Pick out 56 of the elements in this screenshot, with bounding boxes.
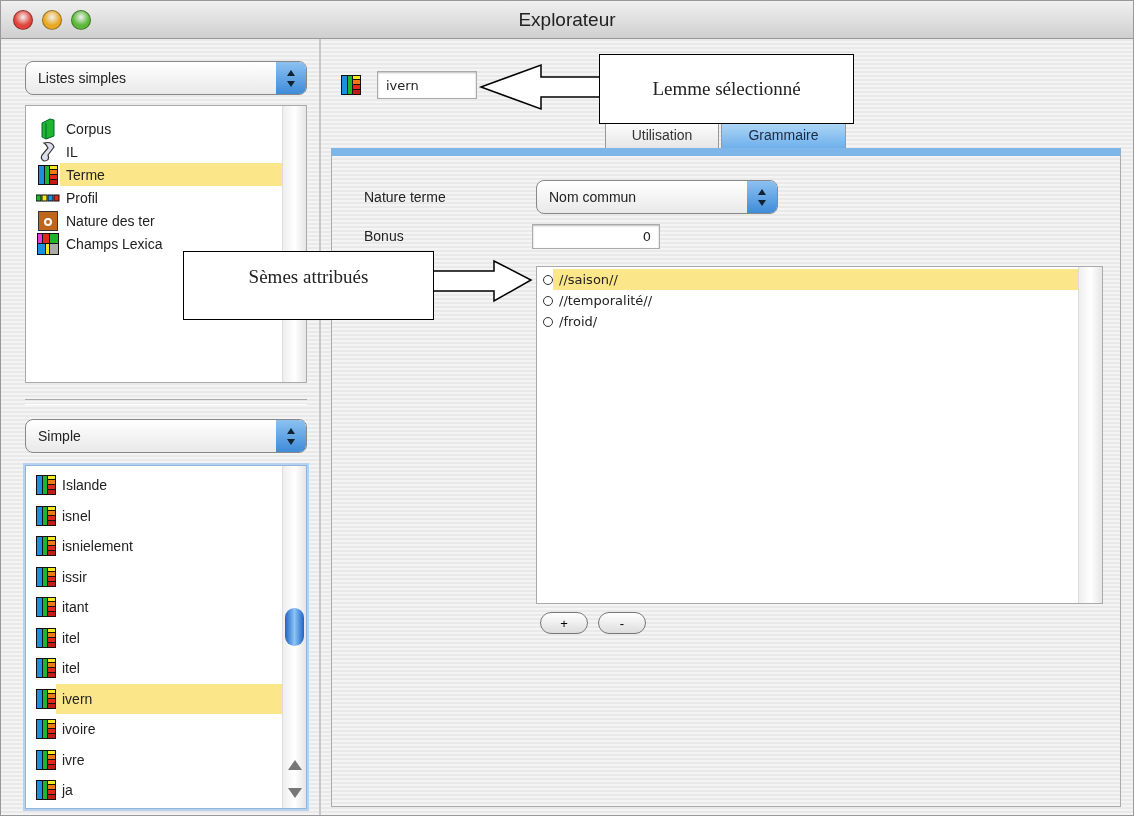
field-label: Nature terme [364,189,447,205]
term-icon [36,597,56,618]
category-item[interactable]: Nature des ter [26,209,282,232]
term-icon [36,475,56,496]
term-icon [341,75,361,95]
scrollbar[interactable] [282,466,306,808]
term-item[interactable]: ja [26,775,282,806]
seme-item[interactable]: //temporalité// [537,290,1078,311]
category-item[interactable]: Corpus [26,117,282,140]
term-item[interactable]: itel [26,653,282,684]
grid-icon [37,232,59,255]
lemma-field[interactable]: ivern [377,71,477,99]
blocks-icon [36,193,60,202]
term-icon [36,505,56,526]
term-item[interactable]: ivoire [26,714,282,745]
term-item[interactable]: isnielement [26,531,282,562]
scrollbar[interactable] [1078,267,1102,603]
scroll-thumb[interactable] [285,608,304,646]
view-popup[interactable]: Simple [25,419,307,453]
term-icon [36,658,56,679]
term-item[interactable]: ivre [26,744,282,775]
letter-tile-icon [38,210,58,231]
bonus-field[interactable]: 0 [532,223,660,249]
list-type-popup[interactable]: Listes simples [25,61,307,95]
zoom-button[interactable] [71,9,91,30]
add-button[interactable]: + [540,612,588,634]
term-icon [38,164,58,185]
term-item[interactable]: Islande [26,470,282,501]
term-item[interactable]: itel [26,622,282,653]
term-item[interactable]: issir [26,561,282,592]
nature-popup[interactable]: Nom commun [536,180,778,214]
category-item[interactable]: Profil [26,186,282,209]
category-item[interactable]: IL [26,140,282,163]
term-item[interactable]: itant [26,592,282,623]
term-icon [36,688,56,709]
term-item[interactable]: isnel [26,500,282,531]
term-icon [36,780,56,801]
term-icon [36,566,56,587]
term-icon [36,536,56,557]
term-icon [36,719,56,740]
term-icon [36,627,56,648]
remove-button[interactable]: - [598,612,646,634]
scroll-up-icon[interactable] [288,760,302,770]
callout: Sèmes attribués [183,251,434,320]
stepper-icon [276,62,306,94]
window-title: Explorateur [518,8,616,30]
stepper-icon [276,420,306,452]
minimize-button[interactable] [42,9,62,30]
callout: Lemme sélectionné [599,54,854,124]
term-icon [36,749,56,770]
book-icon [38,117,58,140]
close-button[interactable] [13,9,33,30]
seme-item[interactable]: /froid/ [537,311,1078,332]
scroll-down-icon[interactable] [288,788,302,798]
stepper-icon [747,181,777,213]
field-label: Bonus [364,228,405,244]
